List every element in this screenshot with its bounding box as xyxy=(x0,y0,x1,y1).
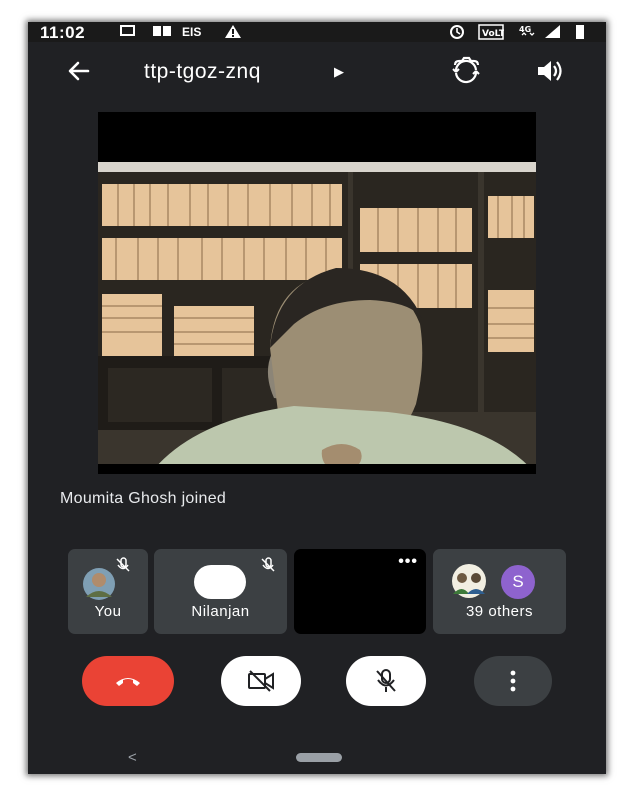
participant-tile-others[interactable]: S 39 others xyxy=(433,549,566,634)
status-time: 11:02 xyxy=(40,23,86,42)
participant-name: 39 others xyxy=(465,603,534,620)
switch-camera-icon[interactable] xyxy=(450,56,482,91)
avatar xyxy=(82,567,116,606)
mic-off-icon xyxy=(372,667,400,700)
participant-name: You xyxy=(94,603,122,620)
svg-text:VoLTE: VoLTE xyxy=(482,29,504,39)
battery-icon xyxy=(574,24,586,43)
participant-tile-video[interactable]: ••• xyxy=(294,549,426,634)
nav-home-pill[interactable] xyxy=(296,753,342,762)
call-end-icon xyxy=(113,669,143,698)
signal-icon xyxy=(544,24,562,42)
participant-tile-you[interactable]: You xyxy=(68,549,148,634)
more-horiz-icon[interactable]: ••• xyxy=(398,553,418,571)
main-video-feed[interactable] xyxy=(98,112,536,474)
speaker-icon[interactable] xyxy=(534,56,564,91)
mic-toggle-button[interactable] xyxy=(346,656,426,706)
group-avatar xyxy=(449,564,489,603)
end-call-button[interactable] xyxy=(82,656,174,706)
volte-icon: VoLTE xyxy=(478,24,511,43)
more-vert-icon xyxy=(510,670,516,697)
arrow-left-icon[interactable] xyxy=(64,56,94,91)
avatar-letter: S xyxy=(501,565,535,599)
avatar xyxy=(194,565,246,599)
carrier-label: EIS xyxy=(182,25,202,39)
meet-app-window: 11:02 EIS VoLTE 4G ttp-tgoz-znq xyxy=(28,22,606,774)
speaker-video-frame xyxy=(98,112,536,474)
camera-toggle-button[interactable] xyxy=(221,656,301,706)
alarm-icon xyxy=(448,24,466,43)
call-header: ttp-tgoz-znq ▶ xyxy=(28,50,606,96)
nav-back-button[interactable]: < xyxy=(128,749,137,766)
svg-text:4G: 4G xyxy=(519,25,531,34)
more-options-button[interactable] xyxy=(474,656,552,706)
meeting-code[interactable]: ttp-tgoz-znq xyxy=(144,60,261,84)
participant-name: Nilanjan xyxy=(191,603,250,620)
status-bar: 11:02 EIS VoLTE 4G xyxy=(28,22,606,42)
book-icon xyxy=(152,24,172,40)
participant-tile-nilanjan[interactable]: Nilanjan xyxy=(154,549,287,634)
caret-right-icon[interactable]: ▶ xyxy=(334,64,344,80)
mic-off-icon xyxy=(114,556,132,579)
4g-signal-icon: 4G xyxy=(518,24,536,43)
join-notification: Moumita Ghosh joined xyxy=(60,490,227,507)
cast-icon xyxy=(120,24,136,40)
mic-off-icon xyxy=(259,556,277,579)
videocam-off-icon xyxy=(246,668,276,699)
warning-icon xyxy=(224,24,242,42)
